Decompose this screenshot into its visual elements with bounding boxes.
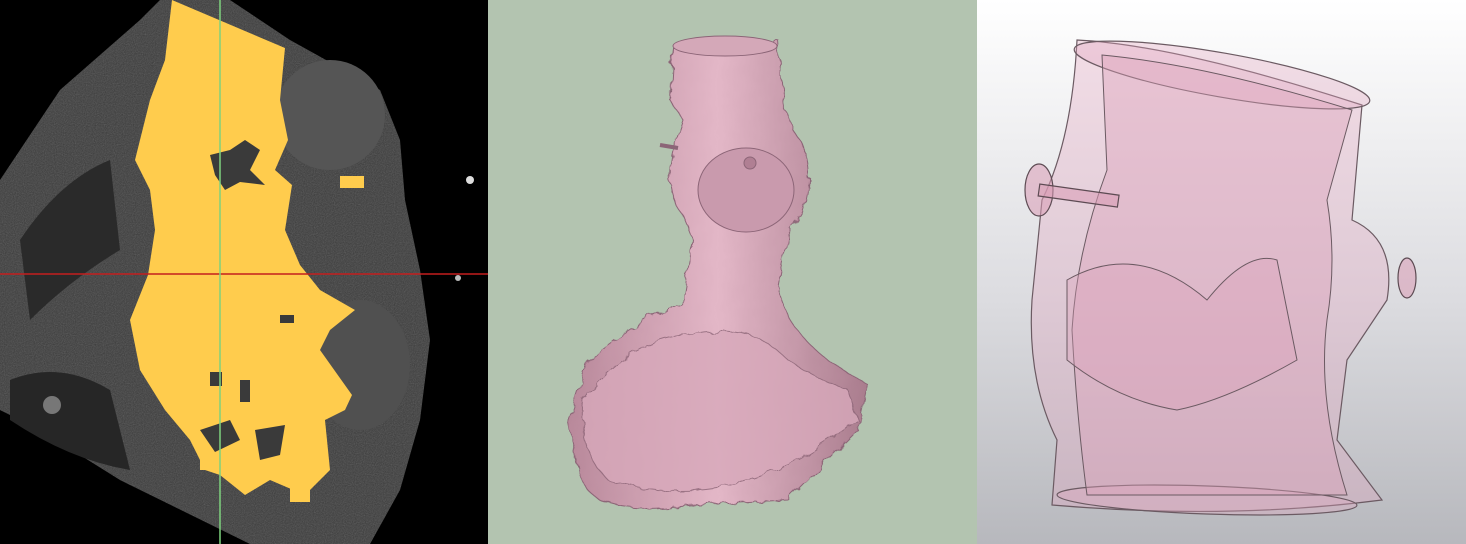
surface-render-image [567,35,869,509]
ct-slice-image [0,0,488,544]
surface-render-panel [488,0,977,544]
translucent-model-panel [977,0,1466,544]
figure [0,0,1466,544]
inner-lumen [1066,54,1353,496]
aortic-root-surface [567,35,869,509]
ct-slice-panel [0,0,488,544]
translucent-model-image [1024,39,1417,516]
